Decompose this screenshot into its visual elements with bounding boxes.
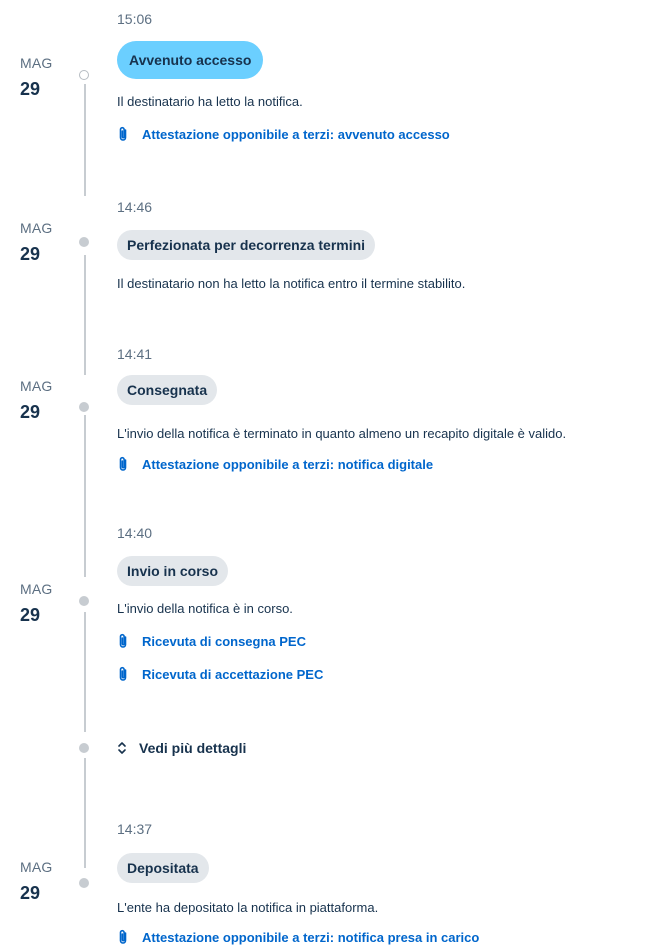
status-badge: Invio in corso (117, 556, 229, 586)
attachment-link-label: Attestazione opponibile a terzi: avvenut… (142, 127, 450, 142)
attachment-link[interactable]: Attestazione opponibile a terzi: avvenut… (117, 126, 450, 144)
date-month: MAG (20, 859, 53, 875)
event-time: 14:41 (117, 346, 153, 362)
timeline-dot (79, 237, 89, 247)
attachment-link[interactable]: Attestazione opponibile a terzi: notific… (117, 456, 433, 474)
timeline-dot (79, 402, 89, 412)
attachment-link-label: Ricevuta di accettazione PEC (142, 667, 324, 682)
more-details-label: Vedi più dettagli (139, 740, 247, 756)
date-month: MAG (20, 581, 53, 597)
event-description: Il destinatario non ha letto la notifica… (117, 276, 466, 291)
date-month: MAG (20, 220, 53, 236)
status-badge: Consegnata (117, 375, 218, 405)
paperclip-icon (119, 666, 127, 681)
status-badge: Depositata (117, 853, 209, 883)
event-date: MAG 29 (20, 219, 60, 266)
date-day: 29 (20, 79, 41, 99)
timeline-line (84, 612, 86, 732)
event-time: 15:06 (117, 11, 153, 27)
timeline-line (84, 84, 86, 196)
status-badge: Avvenuto accesso (117, 41, 264, 79)
attachment-link[interactable]: Ricevuta di accettazione PEC (117, 666, 323, 684)
event-time: 14:46 (117, 199, 153, 215)
event-description: L'ente ha depositato la notifica in piat… (117, 900, 379, 915)
timeline-line (84, 758, 86, 868)
chevron-up-down-icon (118, 742, 126, 754)
paperclip-icon (119, 456, 127, 471)
timeline-dot (79, 743, 89, 753)
more-details-button[interactable]: Vedi più dettagli (117, 739, 246, 757)
attachment-link-label: Attestazione opponibile a terzi: notific… (142, 930, 480, 945)
date-day: 29 (20, 402, 41, 422)
date-day: 29 (20, 883, 41, 903)
date-day: 29 (20, 605, 41, 625)
attachment-link-label: Attestazione opponibile a terzi: notific… (142, 457, 434, 472)
paperclip-icon (119, 126, 127, 141)
event-date: MAG 29 (20, 377, 60, 424)
date-day: 29 (20, 244, 41, 264)
event-description: Il destinatario ha letto la notifica. (117, 94, 303, 109)
attachment-link-label: Ricevuta di consegna PEC (142, 634, 306, 649)
status-badge: Perfezionata per decorrenza termini (117, 230, 376, 260)
event-date: MAG 29 (20, 858, 60, 905)
event-date: MAG 29 (20, 580, 60, 627)
timeline-line (84, 415, 86, 577)
paperclip-icon (119, 929, 127, 944)
event-description: L'invio della notifica è in corso. (117, 601, 293, 616)
timeline-dot (79, 70, 89, 80)
attachment-link[interactable]: Ricevuta di consegna PEC (117, 633, 306, 651)
event-date: MAG 29 (20, 54, 60, 101)
date-month: MAG (20, 55, 53, 71)
timeline-dot (79, 878, 89, 888)
attachment-link[interactable]: Attestazione opponibile a terzi: notific… (117, 929, 479, 947)
paperclip-icon (119, 633, 127, 648)
event-description: L'invio della notifica è terminato in qu… (117, 426, 567, 441)
event-time: 14:37 (117, 821, 153, 837)
event-time: 14:40 (117, 525, 153, 541)
timeline-dot (79, 596, 89, 606)
date-month: MAG (20, 378, 53, 394)
timeline-line (84, 255, 86, 375)
